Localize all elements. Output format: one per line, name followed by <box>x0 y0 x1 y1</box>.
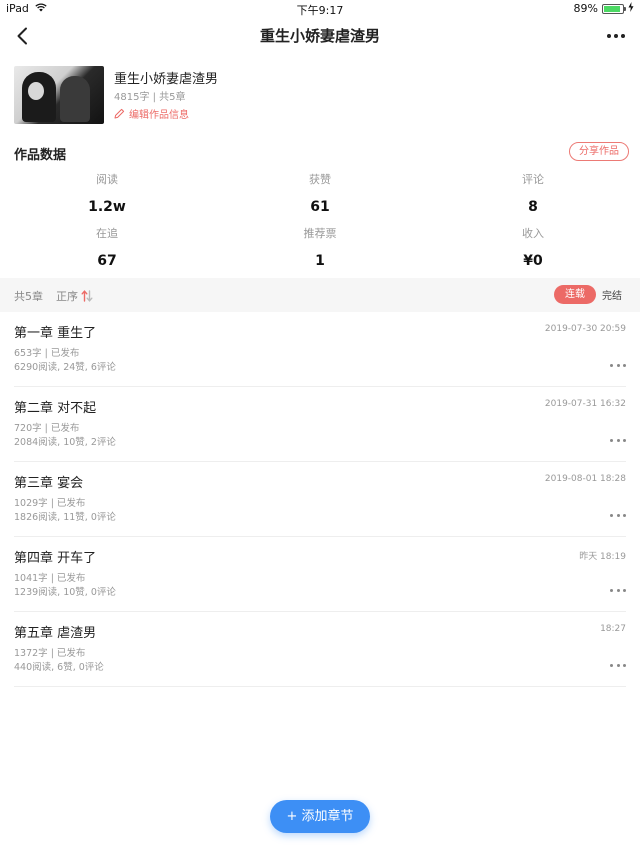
add-chapter-button[interactable]: + 添加章节 <box>270 800 370 833</box>
stat-reads: 阅读 1.2w <box>37 170 177 220</box>
book-cover[interactable] <box>14 66 104 124</box>
stats-row: 阅读 1.2w 获赞 61 评论 8 <box>0 170 640 224</box>
more-icon[interactable] <box>602 26 630 46</box>
chapter-wordcount: 653字 | 已发布 <box>14 348 80 359</box>
stat-label: 推荐票 <box>303 227 337 240</box>
charging-icon <box>628 2 634 15</box>
stats-row: 在追 67 推荐票 1 收入 ¥0 <box>0 224 640 278</box>
more-icon[interactable] <box>610 661 626 669</box>
chapter-item[interactable]: 第五章 虐渣男 18:27 1372字 | 已发布 440阅读, 6赞, 0评论 <box>14 612 626 687</box>
stat-likes: 获赞 61 <box>250 170 390 220</box>
chapter-date: 2019-07-31 16:32 <box>544 399 626 409</box>
chapter-item[interactable]: 第四章 开车了 昨天 18:19 1041字 | 已发布 1239阅读, 10赞… <box>14 537 626 612</box>
stat-value: 67 <box>97 253 117 269</box>
status-time: 下午9:17 <box>296 4 344 17</box>
sort-order-toggle[interactable]: 正序 <box>56 288 93 304</box>
stats-title: 作品数据 <box>14 148 67 163</box>
edit-book-info-link[interactable]: 编辑作品信息 <box>114 106 189 121</box>
stats-grid: 阅读 1.2w 获赞 61 评论 8 在追 67 推荐票 1 收入 ¥0 <box>0 170 640 278</box>
book-header: 重生小娇妻虐渣男 4815字 | 共5章 编辑作品信息 <box>14 66 626 124</box>
status-right: 89% <box>574 2 634 15</box>
stat-income: 收入 ¥0 <box>463 224 603 274</box>
chapter-date: 2019-08-01 18:28 <box>544 474 626 484</box>
chapter-stats: 1239阅读, 10赞, 0评论 <box>14 587 116 598</box>
stat-label: 在追 <box>96 227 118 240</box>
status-tabs: 连载 完结 <box>554 285 622 304</box>
nav-bar: 重生小娇妻虐渣男 <box>0 18 640 54</box>
stat-label: 收入 <box>522 227 544 240</box>
stat-comments: 评论 8 <box>463 170 603 220</box>
edit-book-info-label: 编辑作品信息 <box>129 110 189 121</box>
chapter-item[interactable]: 第三章 宴会 2019-08-01 18:28 1029字 | 已发布 1826… <box>14 462 626 537</box>
tab-completed[interactable]: 完结 <box>602 287 622 302</box>
stat-label: 评论 <box>522 173 544 186</box>
battery-icon <box>602 3 626 14</box>
chapter-title: 第三章 宴会 <box>14 476 84 491</box>
chapter-date: 18:27 <box>600 624 626 634</box>
book-title: 重生小娇妻虐渣男 <box>114 72 219 87</box>
chapter-list: 第一章 重生了 2019-07-30 20:59 653字 | 已发布 6290… <box>14 312 626 687</box>
sort-icon <box>81 290 93 302</box>
chapter-stats: 1826阅读, 11赞, 0评论 <box>14 512 116 523</box>
more-icon[interactable] <box>610 361 626 369</box>
chapter-count: 共5章 <box>14 290 43 303</box>
chapter-wordcount: 1041字 | 已发布 <box>14 573 86 584</box>
status-bar: iPad 下午9:17 89% <box>0 0 640 18</box>
tab-serializing[interactable]: 连载 <box>554 285 596 304</box>
share-button[interactable]: 分享作品 <box>569 142 629 161</box>
chapter-wordcount: 720字 | 已发布 <box>14 423 80 434</box>
page-title: 重生小娇妻虐渣男 <box>259 27 380 45</box>
chapter-stats: 6290阅读, 24赞, 6评论 <box>14 362 116 373</box>
chapter-stats: 440阅读, 6赞, 0评论 <box>14 662 104 673</box>
stat-followers: 在追 67 <box>37 224 177 274</box>
chapter-date: 2019-07-30 20:59 <box>544 324 626 334</box>
chapter-title: 第四章 开车了 <box>14 551 97 566</box>
stat-value: 1 <box>315 253 325 269</box>
chapter-item[interactable]: 第一章 重生了 2019-07-30 20:59 653字 | 已发布 6290… <box>14 312 626 387</box>
chapter-stats: 2084阅读, 10赞, 2评论 <box>14 437 116 448</box>
battery-percent: 89% <box>573 2 598 15</box>
stat-recommend-tickets: 推荐票 1 <box>250 224 390 274</box>
sort-order-label: 正序 <box>56 290 78 303</box>
pencil-icon <box>114 108 125 119</box>
chapter-wordcount: 1372字 | 已发布 <box>14 648 86 659</box>
more-icon[interactable] <box>610 511 626 519</box>
chapter-title: 第一章 重生了 <box>14 326 97 341</box>
stat-value: 1.2w <box>88 199 126 215</box>
book-meta: 4815字 | 共5章 <box>114 92 186 103</box>
stat-value: ¥0 <box>523 253 543 269</box>
battery-fill <box>604 5 621 12</box>
chapter-title: 第二章 对不起 <box>14 401 97 416</box>
chapter-title: 第五章 虐渣男 <box>14 626 97 641</box>
stat-label: 获赞 <box>309 173 331 186</box>
chapter-toolbar: 共5章 正序 连载 完结 <box>0 278 640 312</box>
stat-value: 61 <box>310 199 330 215</box>
chapter-item[interactable]: 第二章 对不起 2019-07-31 16:32 720字 | 已发布 2084… <box>14 387 626 462</box>
more-icon[interactable] <box>610 436 626 444</box>
more-icon[interactable] <box>610 586 626 594</box>
stat-value: 8 <box>528 199 538 215</box>
stat-label: 阅读 <box>96 173 118 186</box>
chapter-wordcount: 1029字 | 已发布 <box>14 498 86 509</box>
chapter-date: 昨天 18:19 <box>579 552 626 562</box>
